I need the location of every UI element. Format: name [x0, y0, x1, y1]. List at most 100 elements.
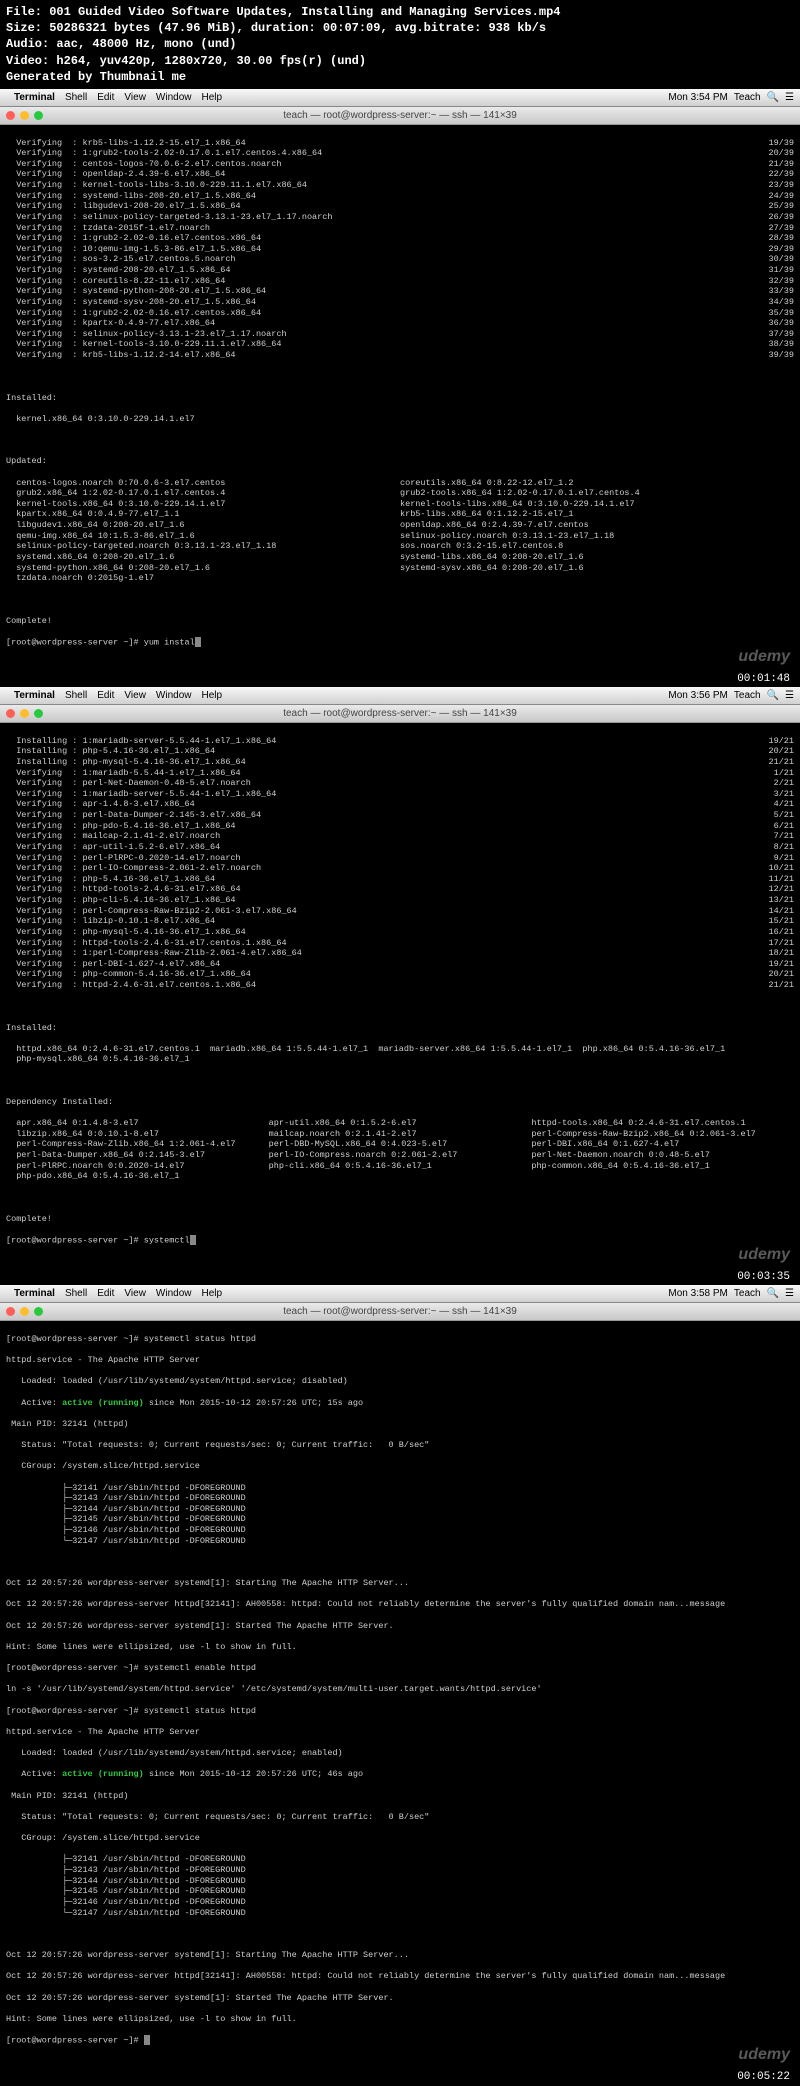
output-row: Verifying : php-common-5.4.16-36.el7_1.x… [6, 969, 794, 980]
notification-icon[interactable]: ☰ [785, 690, 794, 701]
window-titlebar: teach — root@wordpress-server:~ — ssh — … [0, 1303, 800, 1321]
output-row: Verifying : krb5-libs-1.12.2-14.el7.x86_… [6, 350, 794, 361]
menu-help[interactable]: Help [202, 1288, 223, 1299]
clock: Mon 3:56 PM [668, 690, 727, 701]
shell-prompt: [root@wordpress-server ~]# yum instal [6, 637, 195, 647]
output-row: Verifying : krb5-libs-1.12.2-15.el7_1.x8… [6, 138, 794, 149]
menu-edit[interactable]: Edit [97, 92, 114, 103]
notification-icon[interactable]: ☰ [785, 92, 794, 103]
traffic-lights[interactable] [6, 111, 43, 120]
process-tree: ├─32141 /usr/sbin/httpd -DFOREGROUND ├─3… [6, 1854, 794, 1918]
output-row: Verifying : libzip-0.10.1-8.el7.x86_6415… [6, 916, 794, 927]
output-row: Installing : php-mysql-5.4.16-36.el7_1.x… [6, 757, 794, 768]
cursor-icon [190, 1235, 196, 1245]
process-tree: ├─32141 /usr/sbin/httpd -DFOREGROUND ├─3… [6, 1483, 794, 1547]
output-row: Verifying : perl-IO-Compress-2.061-2.el7… [6, 863, 794, 874]
menu-terminal[interactable]: Terminal [14, 1288, 55, 1299]
menu-shell[interactable]: Shell [65, 690, 87, 701]
spotlight-icon[interactable]: 🔍 [767, 92, 779, 103]
log-line: Oct 12 20:57:26 wordpress-server systemd… [6, 1621, 794, 1632]
traffic-lights[interactable] [6, 1307, 43, 1316]
service-name: httpd.service - The Apache HTTP Server [6, 1727, 794, 1738]
menu-view[interactable]: View [124, 1288, 146, 1299]
thumbnail-timestamp: 00:05:22 [737, 2071, 790, 2083]
window-title-text: teach — root@wordpress-server:~ — ssh — … [283, 708, 517, 719]
video-line: Video: h264, yuv420p, 1280x720, 30.00 fp… [6, 53, 794, 69]
thumbnail-3: Terminal Shell Edit View Window Help Mon… [0, 1285, 800, 2069]
thumbnail-timestamp: 00:01:48 [737, 673, 790, 685]
cgroup-line: CGroup: /system.slice/httpd.service [6, 1833, 794, 1844]
user-menu[interactable]: Teach [734, 1288, 761, 1299]
complete-text: Complete! [6, 1214, 794, 1225]
output-row: Verifying : apr-1.4.8-3.el7.x86_644/21 [6, 799, 794, 810]
video-file-info: File: 001 Guided Video Software Updates,… [0, 0, 800, 89]
output-row: Verifying : php-5.4.16-36.el7_1.x86_6411… [6, 874, 794, 885]
output-row: Verifying : kernel-tools-3.10.0-229.11.1… [6, 339, 794, 350]
installed-header: Installed: [6, 1023, 794, 1034]
traffic-lights[interactable] [6, 709, 43, 718]
shell-command: [root@wordpress-server ~]# systemctl sta… [6, 1706, 794, 1717]
cursor-icon [195, 637, 201, 647]
notification-icon[interactable]: ☰ [785, 1288, 794, 1299]
output-row: Verifying : mailcap-2.1.41-2.el7.noarch7… [6, 831, 794, 842]
loaded-line: Loaded: loaded (/usr/lib/systemd/system/… [6, 1748, 794, 1759]
menu-terminal[interactable]: Terminal [14, 92, 55, 103]
audio-line: Audio: aac, 48000 Hz, mono (und) [6, 36, 794, 52]
file-line: File: 001 Guided Video Software Updates,… [6, 4, 794, 20]
output-row: Verifying : 1:grub2-2.02-0.16.el7.centos… [6, 233, 794, 244]
menu-window[interactable]: Window [156, 1288, 192, 1299]
output-row: Verifying : php-cli-5.4.16-36.el7_1.x86_… [6, 895, 794, 906]
menu-help[interactable]: Help [202, 92, 223, 103]
menu-edit[interactable]: Edit [97, 1288, 114, 1299]
status-line: Status: "Total requests: 0; Current requ… [6, 1812, 794, 1823]
menu-terminal[interactable]: Terminal [14, 690, 55, 701]
output-row: Verifying : kernel-tools-libs-3.10.0-229… [6, 180, 794, 191]
menu-help[interactable]: Help [202, 690, 223, 701]
output-row: Verifying : php-mysql-5.4.16-36.el7_1.x8… [6, 927, 794, 938]
installed-list: kernel.x86_64 0:3.10.0-229.14.1.el7 [6, 414, 794, 425]
output-row: Verifying : 1:grub2-tools-2.02-0.17.0.1.… [6, 148, 794, 159]
output-row: Verifying : perl-Data-Dumper-2.145-3.el7… [6, 810, 794, 821]
menu-window[interactable]: Window [156, 92, 192, 103]
udemy-watermark: udemy [738, 647, 790, 667]
log-line: Oct 12 20:57:26 wordpress-server systemd… [6, 1950, 794, 1961]
dependency-columns: apr.x86_64 0:1.4.8-3.el7 libzip.x86_64 0… [6, 1118, 794, 1182]
spotlight-icon[interactable]: 🔍 [767, 690, 779, 701]
output-row: Verifying : selinux-policy-targeted-3.13… [6, 212, 794, 223]
menu-shell[interactable]: Shell [65, 92, 87, 103]
terminal-output-2[interactable]: Installing : 1:mariadb-server-5.5.44-1.e… [0, 723, 800, 1269]
terminal-output-3[interactable]: [root@wordpress-server ~]# systemctl sta… [0, 1321, 800, 2069]
udemy-watermark: udemy [738, 2045, 790, 2065]
cgroup-line: CGroup: /system.slice/httpd.service [6, 1461, 794, 1472]
thumbnail-1: Terminal Shell Edit View Window Help Mon… [0, 89, 800, 671]
output-row: Verifying : 1:mariadb-server-5.5.44-1.el… [6, 789, 794, 800]
output-row: Verifying : systemd-208-20.el7_1.5.x86_6… [6, 265, 794, 276]
menu-view[interactable]: View [124, 690, 146, 701]
output-row: Verifying : libgudev1-208-20.el7_1.5.x86… [6, 201, 794, 212]
thumbnail-2: Terminal Shell Edit View Window Help Mon… [0, 687, 800, 1269]
output-row: Verifying : php-pdo-5.4.16-36.el7_1.x86_… [6, 821, 794, 832]
menu-view[interactable]: View [124, 92, 146, 103]
dependency-header: Dependency Installed: [6, 1097, 794, 1108]
hint-line: Hint: Some lines were ellipsized, use -l… [6, 2014, 794, 2025]
menu-edit[interactable]: Edit [97, 690, 114, 701]
output-row: Verifying : httpd-2.4.6-31.el7.centos.1.… [6, 980, 794, 991]
output-row: Installing : php-5.4.16-36.el7_1.x86_642… [6, 746, 794, 757]
output-row: Verifying : centos-logos-70.0.6-2.el7.ce… [6, 159, 794, 170]
window-title-text: teach — root@wordpress-server:~ — ssh — … [283, 110, 517, 121]
user-menu[interactable]: Teach [734, 690, 761, 701]
output-row: Verifying : systemd-sysv-208-20.el7_1.5.… [6, 297, 794, 308]
terminal-output-1[interactable]: Verifying : krb5-libs-1.12.2-15.el7_1.x8… [0, 125, 800, 671]
output-row: Verifying : perl-DBI-1.627-4.el7.x86_641… [6, 959, 794, 970]
output-row: Verifying : sos-3.2-15.el7.centos.5.noar… [6, 254, 794, 265]
output-row: Verifying : systemd-libs-208-20.el7_1.5.… [6, 191, 794, 202]
menu-window[interactable]: Window [156, 690, 192, 701]
output-row: Verifying : 1:grub2-2.02-0.16.el7.centos… [6, 308, 794, 319]
clock: Mon 3:54 PM [668, 92, 727, 103]
spotlight-icon[interactable]: 🔍 [767, 1288, 779, 1299]
menu-shell[interactable]: Shell [65, 1288, 87, 1299]
user-menu[interactable]: Teach [734, 92, 761, 103]
main-pid: Main PID: 32141 (httpd) [6, 1419, 794, 1430]
output-row: Verifying : perl-Compress-Raw-Bzip2-2.06… [6, 906, 794, 917]
output-row: Verifying : apr-util-1.5.2-6.el7.x86_648… [6, 842, 794, 853]
